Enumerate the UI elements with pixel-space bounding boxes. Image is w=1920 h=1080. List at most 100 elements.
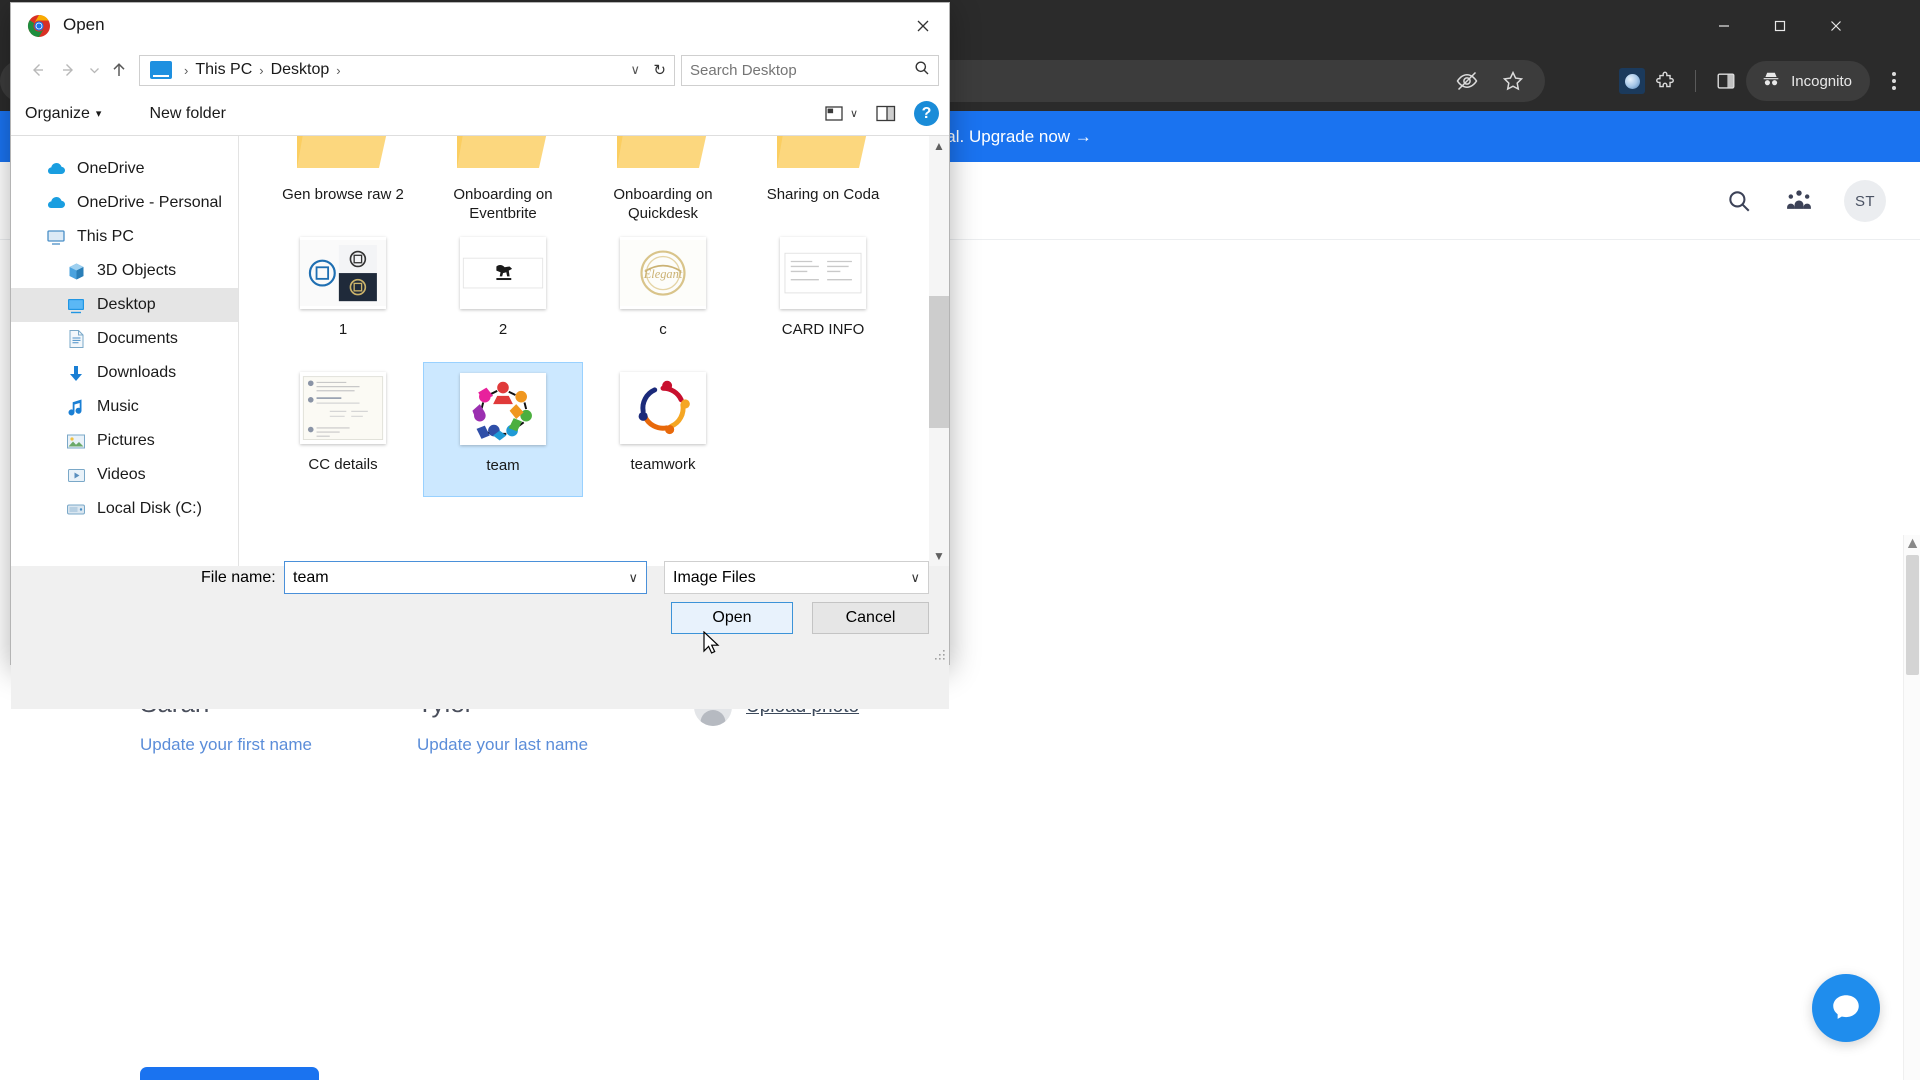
sidebar-item-documents[interactable]: Documents: [11, 322, 238, 356]
dialog-sidebar[interactable]: OneDrive OneDrive - Personal This PC 3D Obj…: [11, 136, 239, 566]
breadcrumb[interactable]: › This PC › Desktop › ∨ ↻: [139, 54, 675, 86]
image-thumbnail: [771, 233, 875, 313]
back-arrow-icon[interactable]: [21, 54, 53, 86]
sidebar-item-onedrive-personal[interactable]: OneDrive - Personal: [11, 186, 238, 220]
forward-arrow-icon[interactable]: [53, 54, 85, 86]
save-changes-button[interactable]: Save changes: [140, 1067, 319, 1080]
search-icon[interactable]: [914, 60, 930, 80]
sidebar-item-3d-objects[interactable]: 3D Objects: [11, 254, 238, 288]
sidebar-item-this-pc[interactable]: This PC: [11, 220, 238, 254]
incognito-icon: [1760, 68, 1782, 94]
help-button[interactable]: ?: [914, 101, 939, 126]
chevron-down-icon[interactable]: ∨: [628, 570, 638, 586]
people-icon[interactable]: [1784, 186, 1814, 216]
open-button[interactable]: Open: [671, 602, 793, 634]
up-arrow-icon[interactable]: [103, 54, 135, 86]
eye-slash-icon[interactable]: [1453, 67, 1481, 95]
file-item[interactable]: Onboarding on Quickdesk: [583, 136, 743, 227]
picture-icon: [65, 431, 87, 451]
search-input[interactable]: [690, 61, 905, 79]
view-options-button[interactable]: ∨: [825, 105, 858, 123]
cloud-icon: [45, 193, 67, 213]
folder-icon: [611, 136, 715, 178]
sidebar-item-desktop[interactable]: Desktop: [11, 288, 238, 322]
cloud-icon: [45, 159, 67, 179]
file-item[interactable]: 1: [263, 227, 423, 362]
file-item[interactable]: Onboarding on Eventbrite: [423, 136, 583, 227]
avatar[interactable]: ST: [1844, 180, 1886, 222]
search-box[interactable]: [681, 54, 939, 86]
incognito-indicator[interactable]: Incognito: [1746, 61, 1870, 101]
recent-locations-caret-icon[interactable]: [85, 54, 103, 86]
file-list[interactable]: Gen browse raw 2 Onboarding on Eventbrite…: [239, 136, 949, 566]
refresh-icon[interactable]: ↻: [653, 61, 666, 79]
extension-avatar-icon[interactable]: [1619, 68, 1646, 94]
sidebar-item-pictures[interactable]: Pictures: [11, 424, 238, 458]
image-thumbnail: [451, 233, 555, 313]
file-list-scrollbar-thumb[interactable]: [929, 296, 949, 428]
chevron-down-icon[interactable]: ∨: [910, 570, 920, 586]
file-list-scrollbar[interactable]: ▲ ▼: [929, 136, 949, 566]
breadcrumb-dropdown-icon[interactable]: ∨: [630, 62, 640, 78]
new-folder-button[interactable]: New folder: [149, 105, 225, 123]
filename-combo[interactable]: ∨: [284, 561, 647, 594]
dialog-close-button[interactable]: [897, 3, 949, 48]
image-thumbnail: [291, 368, 395, 448]
file-item[interactable]: CARD INFO: [743, 227, 903, 362]
search-icon[interactable]: [1724, 186, 1754, 216]
file-item[interactable]: Elegant c: [583, 227, 743, 362]
filename-label: File name:: [201, 569, 276, 586]
toolbar-divider: [1695, 70, 1697, 92]
scroll-up-arrow-icon[interactable]: ▲: [1904, 535, 1920, 552]
page-scrollbar[interactable]: ▲ ▼: [1903, 535, 1920, 1080]
first-name-hint[interactable]: Update your first name: [140, 735, 417, 755]
intercom-chat-button[interactable]: [1812, 974, 1880, 1042]
filename-input[interactable]: [293, 568, 629, 587]
breadcrumb-separator: ›: [259, 62, 264, 78]
sidebar-item-label: 3D Objects: [97, 262, 177, 279]
window-maximize-button[interactable]: [1752, 0, 1808, 52]
puzzle-icon[interactable]: [1651, 67, 1679, 95]
sidebar-item-downloads[interactable]: Downloads: [11, 356, 238, 390]
last-name-hint[interactable]: Update your last name: [417, 735, 694, 755]
resize-grip-icon[interactable]: [934, 649, 946, 661]
cancel-button[interactable]: Cancel: [812, 602, 929, 634]
organize-button[interactable]: Organize ▾: [25, 105, 101, 123]
side-panel-icon[interactable]: [1712, 67, 1740, 95]
chrome-menu-button[interactable]: [1876, 72, 1912, 90]
avatar-initials: ST: [1855, 192, 1875, 210]
file-item[interactable]: Gen browse raw 2: [263, 136, 423, 227]
file-label: CARD INFO: [781, 321, 865, 338]
file-item[interactable]: CC details: [263, 362, 423, 497]
scroll-down-arrow-icon[interactable]: ▼: [929, 546, 949, 566]
window-close-button[interactable]: [1808, 0, 1864, 52]
preview-pane-button[interactable]: [876, 105, 896, 122]
sidebar-item-label: OneDrive: [77, 160, 145, 177]
sidebar-item-local-disk-c[interactable]: Local Disk (C:): [11, 492, 238, 526]
breadcrumb-item-this-pc[interactable]: This PC: [195, 61, 252, 79]
image-thumbnail: [451, 369, 555, 449]
app-header-actions: ST: [1724, 162, 1886, 240]
file-item[interactable]: 2: [423, 227, 583, 362]
page-scrollbar-thumb[interactable]: [1906, 555, 1919, 675]
file-item[interactable]: team: [423, 362, 583, 497]
chrome-logo-icon: [28, 15, 50, 37]
sidebar-item-onedrive[interactable]: OneDrive: [11, 152, 238, 186]
sidebar-item-videos[interactable]: Videos: [11, 458, 238, 492]
sidebar-item-label: OneDrive - Personal: [77, 194, 222, 211]
video-icon: [65, 465, 87, 485]
scroll-up-arrow-icon[interactable]: ▲: [929, 136, 949, 156]
file-item[interactable]: teamwork: [583, 362, 743, 497]
sidebar-item-label: Pictures: [97, 432, 155, 449]
window-minimize-button[interactable]: [1696, 0, 1752, 52]
breadcrumb-separator: ›: [184, 62, 189, 78]
breadcrumb-item-desktop[interactable]: Desktop: [271, 61, 330, 79]
sidebar-item-music[interactable]: Music: [11, 390, 238, 424]
sidebar-item-label: Desktop: [97, 296, 156, 313]
sidebar-item-label: Documents: [97, 330, 178, 347]
file-item[interactable]: Sharing on Coda: [743, 136, 903, 227]
star-icon[interactable]: [1499, 67, 1527, 95]
dialog-toolbar: Organize ▾ New folder ∨ ?: [11, 92, 949, 136]
svg-text:Elegant: Elegant: [643, 267, 683, 281]
filetype-combo[interactable]: Image Files ∨: [664, 561, 929, 594]
